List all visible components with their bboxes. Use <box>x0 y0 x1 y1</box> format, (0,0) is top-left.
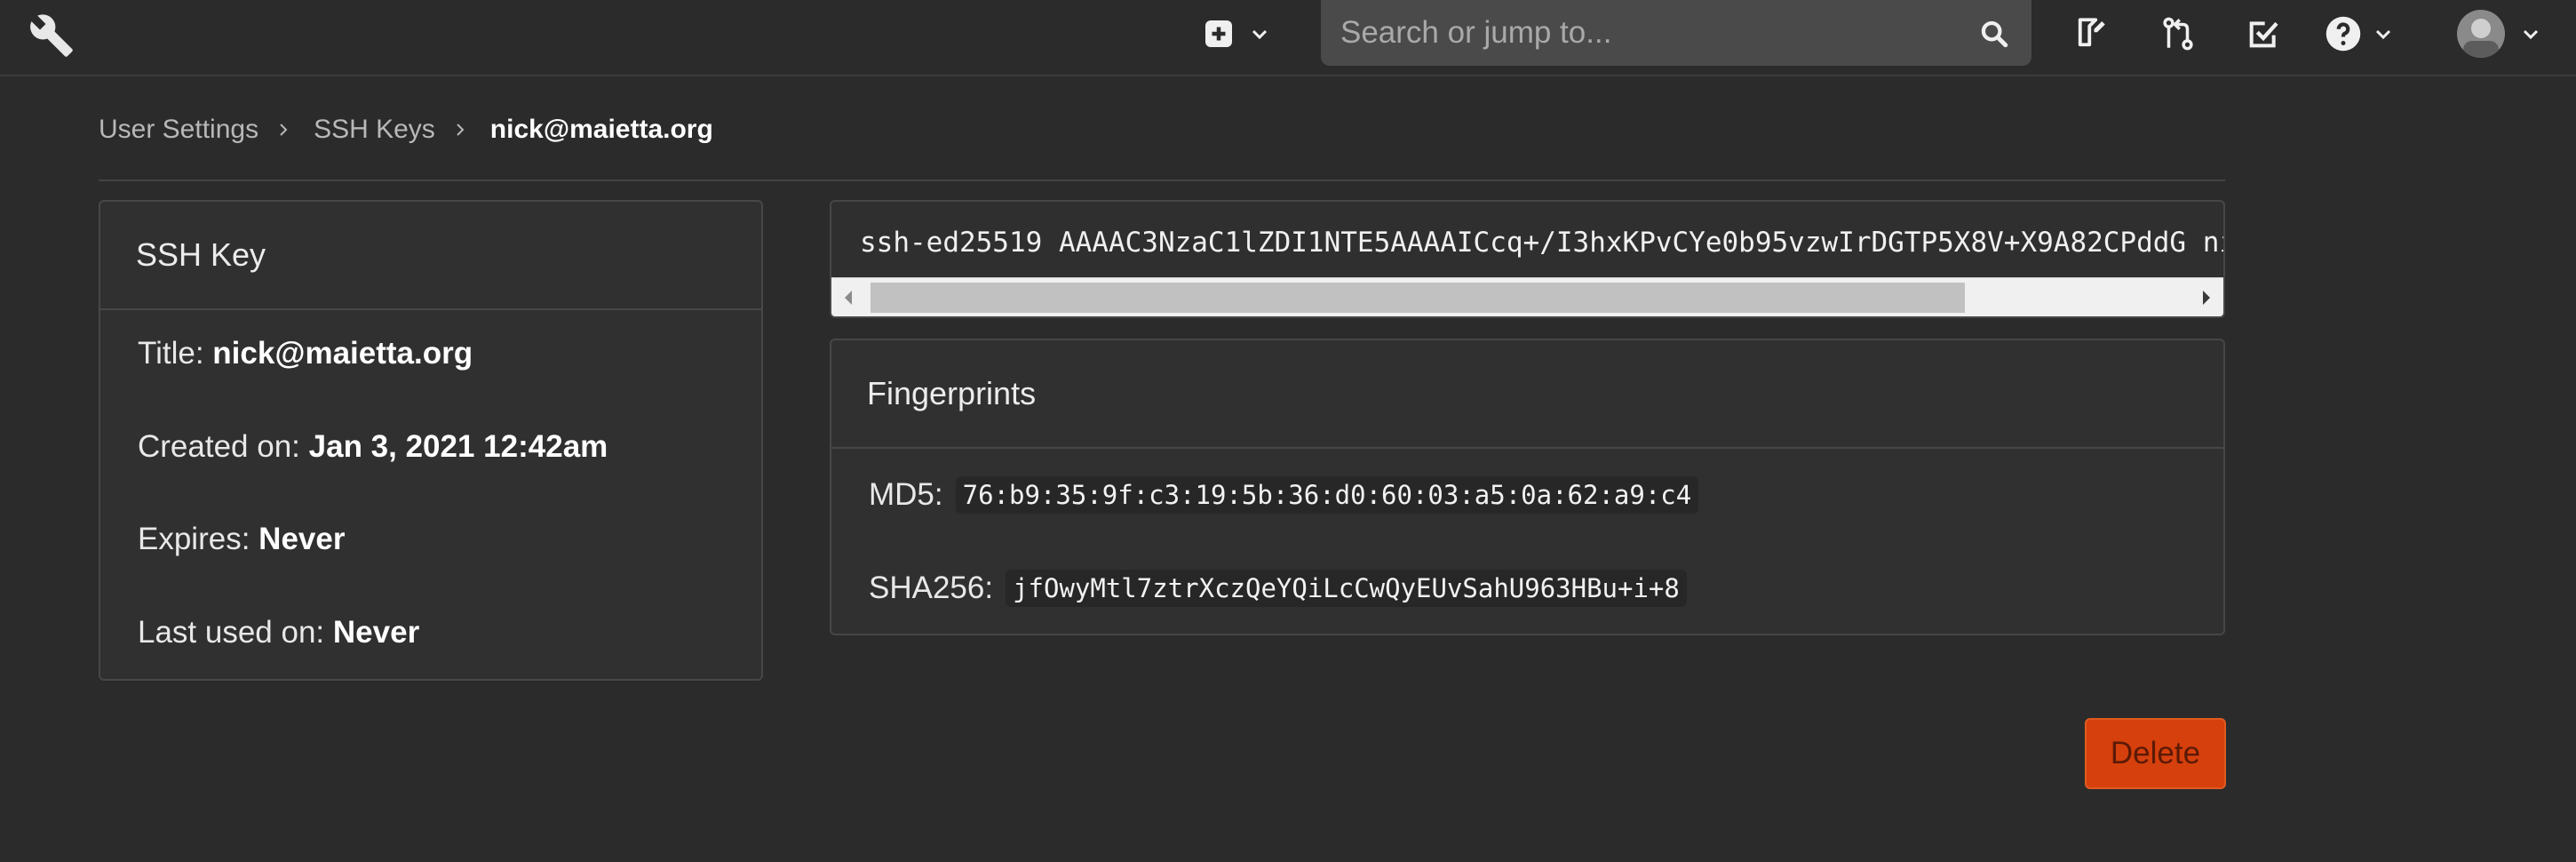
last-used-label: Last used on: <box>138 615 325 650</box>
breadcrumb-ssh-keys[interactable]: SSH Keys <box>314 115 435 145</box>
chevron-right-icon <box>453 122 467 138</box>
created-value: Jan 3, 2021 12:42am <box>308 429 608 464</box>
scroll-left-icon[interactable] <box>842 289 855 307</box>
fingerprints-card: Fingerprints MD5: 76:b9:35:9f:c3:19:5b:3… <box>830 339 2225 635</box>
md5-value: 76:b9:35:9f:c3:19:5b:36:d0:60:03:a5:0a:6… <box>955 476 1699 514</box>
breadcrumb: User Settings SSH Keys nick@maietta.org <box>99 108 713 151</box>
ssh-key-text: ssh-ed25519 AAAAC3NzaC1lZDI1NTE5AAAAICcq… <box>860 227 2223 259</box>
sha256-row: SHA256: jfOwyMtl7ztrXczQeYQiLcCwQyEUvSah… <box>869 570 1687 607</box>
expires-value: Never <box>258 522 346 556</box>
scrollbar-thumb[interactable] <box>871 283 1965 313</box>
key-title-row: Title: nick@maietta.org <box>138 336 473 371</box>
ssh-key-text-box[interactable]: ssh-ed25519 AAAAC3NzaC1lZDI1NTE5AAAAICcq… <box>830 200 2225 318</box>
wrench-icon[interactable] <box>28 12 75 59</box>
title-label: Title: <box>138 336 204 371</box>
horizontal-scrollbar[interactable] <box>831 277 2223 316</box>
expires-label: Expires: <box>138 522 250 556</box>
search-icon[interactable] <box>1976 16 2012 52</box>
plus-square-icon <box>1205 20 1232 47</box>
md5-label: MD5: <box>869 477 943 512</box>
merge-request-icon[interactable] <box>2157 12 2199 55</box>
chevron-down-icon <box>2523 29 2539 40</box>
search-input[interactable] <box>1340 11 1962 55</box>
breadcrumb-current: nick@maietta.org <box>489 115 713 144</box>
ssh-key-details-card: SSH Key Title: nick@maietta.org Created … <box>99 200 763 681</box>
chevron-right-icon <box>276 122 290 138</box>
chevron-down-icon <box>1252 29 1268 40</box>
user-menu-button[interactable] <box>2450 7 2548 60</box>
sha256-label: SHA256: <box>869 571 994 605</box>
fingerprints-header: Fingerprints <box>831 340 2223 449</box>
md5-row: MD5: 76:b9:35:9f:c3:19:5b:36:d0:60:03:a5… <box>869 476 1699 514</box>
last-used-row: Last used on: Never <box>138 615 419 650</box>
last-used-value: Never <box>332 615 420 650</box>
created-label: Created on: <box>138 429 300 464</box>
help-dropdown-button[interactable] <box>2324 12 2395 55</box>
card-header: SSH Key <box>100 202 761 310</box>
expires-row: Expires: Never <box>138 522 345 557</box>
avatar <box>2457 10 2505 58</box>
sha256-value: jfOwyMtl7ztrXczQeYQiLcCwQyEUvSahU963HBu+… <box>1006 570 1687 607</box>
help-icon <box>2326 16 2361 52</box>
search-bar <box>1321 0 2031 66</box>
scroll-right-icon[interactable] <box>2200 289 2213 307</box>
top-navbar <box>0 0 2576 76</box>
new-dropdown-button[interactable] <box>1201 16 1272 52</box>
breadcrumb-user-settings[interactable]: User Settings <box>99 115 258 145</box>
breadcrumb-divider <box>99 180 2225 181</box>
issues-icon[interactable] <box>2070 12 2112 55</box>
chevron-down-icon <box>2375 29 2391 40</box>
delete-button[interactable]: Delete <box>2085 718 2226 789</box>
title-value: nick@maietta.org <box>212 336 473 371</box>
created-row: Created on: Jan 3, 2021 12:42am <box>138 429 608 465</box>
todo-icon[interactable] <box>2242 12 2285 55</box>
